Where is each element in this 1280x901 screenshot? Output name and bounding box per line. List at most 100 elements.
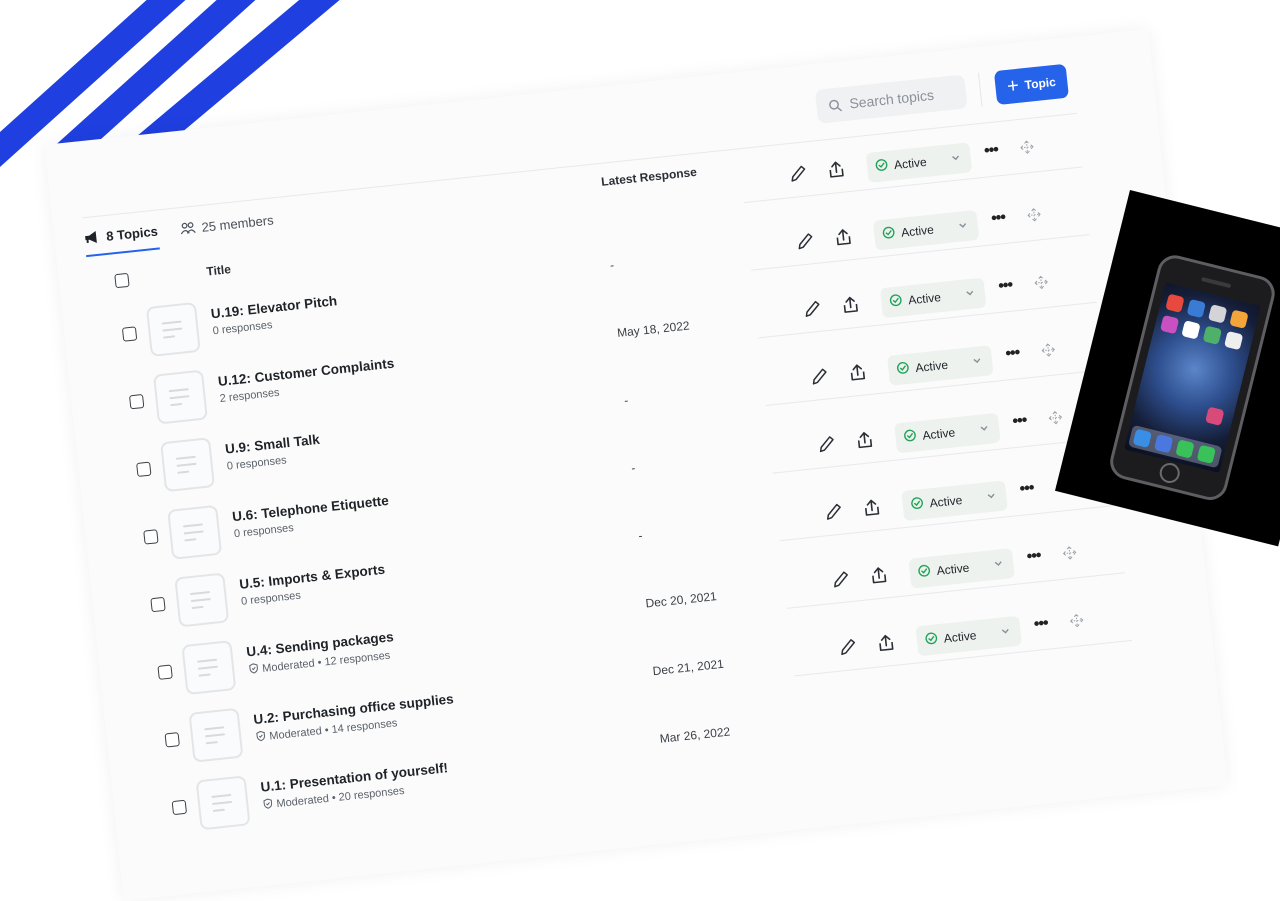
status-dropdown[interactable]: Active [887,345,994,386]
column-header-title: Title [205,262,232,279]
tab-topics-label: 8 Topics [105,223,159,244]
app-icon [1202,325,1223,345]
share-icon[interactable] [876,633,896,658]
app-icon [1229,309,1249,329]
more-options-icon[interactable]: ••• [997,277,1013,296]
topic-title[interactable]: U.5: Imports & Exports [239,562,386,592]
edit-pencil-icon[interactable] [817,434,837,459]
drag-handle-icon[interactable] [1033,275,1049,295]
share-icon[interactable] [848,362,868,387]
share-icon[interactable] [826,159,846,184]
chevron-down-icon [957,219,968,234]
app-icon [1132,428,1152,449]
app-icon [1186,298,1206,319]
app-icon [1223,330,1244,351]
status-dropdown[interactable]: Active [915,615,1023,657]
status-dropdown[interactable]: Active [879,277,987,319]
status-dropdown[interactable]: Active [908,548,1015,589]
share-icon[interactable] [855,430,875,455]
home-button [1157,460,1182,486]
more-options-icon[interactable]: ••• [983,141,999,160]
topic-meta: 0 responses [241,590,302,608]
topic-title[interactable]: U.12: Customer Complaints [217,356,395,389]
app-icon [1165,293,1185,313]
row-checkbox[interactable] [164,732,180,748]
more-options-icon[interactable]: ••• [1026,547,1042,566]
chevron-down-icon [950,151,961,166]
app-icon [1205,406,1225,426]
topics-panel: Search topics + Topic 8 Topics 25 member… [44,0,1235,901]
topic-thumbnail-icon [152,369,208,425]
check-circle-icon [881,226,896,243]
more-options-icon[interactable]: ••• [1033,615,1049,634]
topic-meta: 2 responses [219,387,280,405]
row-checkbox[interactable] [128,393,145,410]
latest-response-date: - [630,460,637,476]
edit-pencil-icon[interactable] [803,299,823,324]
topic-meta: 0 responses [226,454,287,472]
edit-pencil-icon[interactable] [838,637,858,662]
edit-pencil-icon[interactable] [831,569,851,594]
status-label: Active [907,290,942,308]
topic-thumbnail-icon [145,301,201,357]
drag-handle-icon[interactable] [1026,207,1042,227]
select-all-checkbox[interactable] [114,272,130,289]
more-options-icon[interactable]: ••• [1019,479,1035,498]
row-checkbox[interactable] [136,461,152,477]
topic-title[interactable]: U.19: Elevator Pitch [210,293,338,321]
topic-title[interactable]: U.9: Small Talk [224,432,320,457]
drag-handle-icon[interactable] [1062,545,1078,565]
more-options-icon[interactable]: ••• [990,209,1006,228]
tab-members-label: 25 members [200,211,275,235]
latest-response-date: May 18, 2022 [616,318,691,341]
row-checkbox[interactable] [150,596,166,613]
more-options-icon[interactable]: ••• [1012,412,1028,431]
drag-handle-icon[interactable] [1048,410,1064,430]
check-circle-icon [896,361,911,378]
chevron-down-icon [979,422,990,437]
topic-thumbnail-icon [181,640,237,696]
status-label: Active [921,425,956,443]
check-circle-icon [917,564,932,581]
app-icon [1175,439,1195,459]
edit-pencil-icon[interactable] [824,501,844,526]
status-dropdown[interactable]: Active [865,142,973,183]
search-icon [829,99,842,111]
edit-pencil-icon[interactable] [810,366,830,391]
topic-thumbnail-icon [167,504,223,560]
moderated-icon [248,662,260,677]
row-checkbox[interactable] [157,664,173,680]
share-icon[interactable] [869,565,889,590]
drag-handle-icon[interactable] [1069,613,1085,633]
topic-meta-text: 0 responses [233,521,295,541]
app-icon [1181,320,1201,340]
topic-meta-text: 0 responses [240,589,302,608]
row-checkbox[interactable] [171,799,188,816]
topic-meta: 0 responses [212,319,273,337]
share-icon[interactable] [862,498,882,523]
share-icon[interactable] [841,295,861,320]
status-dropdown[interactable]: Active [872,209,980,251]
share-icon[interactable] [833,227,853,252]
more-options-icon[interactable]: ••• [1005,344,1021,363]
edit-pencil-icon[interactable] [789,163,809,188]
row-checkbox[interactable] [143,529,159,545]
row-checkbox[interactable] [121,326,138,342]
phone-screen [1124,282,1261,473]
status-label: Active [893,154,928,173]
latest-response-date: Dec 20, 2021 [644,589,718,611]
status-dropdown[interactable]: Active [894,412,1001,454]
topic-thumbnail-icon [160,437,216,493]
drag-handle-icon[interactable] [1019,140,1035,160]
latest-response-date: - [637,528,644,543]
edit-pencil-icon[interactable] [796,231,816,256]
plus-icon: + [1006,74,1020,98]
chevron-down-icon [964,286,975,301]
chevron-down-icon [993,557,1004,572]
topic-meta: 0 responses [233,522,294,540]
drag-handle-icon[interactable] [1041,342,1057,362]
status-dropdown[interactable]: Active [901,480,1008,522]
search-placeholder: Search topics [848,86,935,112]
megaphone-icon [85,231,97,244]
topic-title[interactable]: U.6: Telephone Etiquette [231,493,389,524]
